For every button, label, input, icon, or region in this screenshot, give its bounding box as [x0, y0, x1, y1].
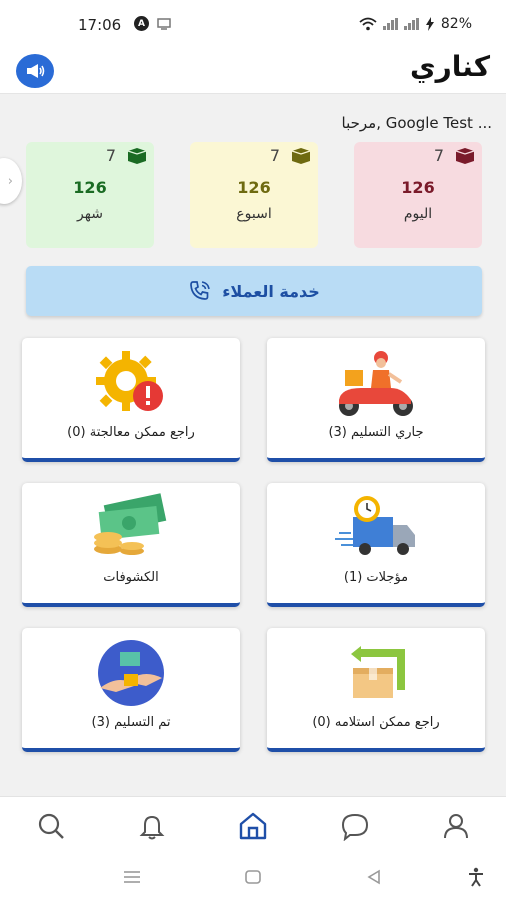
chevron-right-icon: › — [7, 173, 13, 189]
nav-notifications[interactable] — [135, 809, 169, 843]
tile-label: الكشوفات — [103, 570, 159, 585]
bottom-navigation — [0, 796, 506, 854]
drawer-handle[interactable]: › — [0, 158, 22, 204]
recent-apps-button[interactable] — [120, 866, 144, 888]
tile-postponed[interactable]: مؤجلات (1) — [267, 483, 485, 607]
stat-count: 7 — [269, 146, 280, 165]
tile-in-delivery[interactable]: جاري التسليم (3) — [267, 338, 485, 462]
stat-card-today[interactable]: 7 126 اليوم — [354, 142, 482, 248]
delivery-scooter-icon — [339, 351, 413, 416]
search-icon — [38, 813, 64, 839]
stat-count: 7 — [433, 146, 444, 165]
accessibility-icon — [469, 867, 483, 887]
app-title: كناري — [409, 50, 490, 83]
tile-label: راجع ممكن استلامه (0) — [312, 715, 440, 730]
stat-count: 7 — [105, 146, 116, 165]
tile-label: مؤجلات (1) — [343, 570, 409, 585]
stat-label: اسبوع — [236, 206, 272, 222]
tile-label: راجع ممكن معالجتة (0) — [67, 425, 195, 440]
stat-value: 126 — [401, 178, 435, 197]
tile-delivered[interactable]: تم التسليم (3) — [22, 628, 240, 752]
tile-returns-processing[interactable]: راجع ممكن معالجتة (0) — [22, 338, 240, 462]
greeting-text: مرحبا, Google Test ... — [341, 114, 493, 132]
bell-icon — [139, 815, 165, 840]
gear-warning-icon — [96, 351, 163, 411]
square-icon — [245, 870, 261, 884]
back-button[interactable] — [362, 866, 386, 888]
money-icon — [94, 493, 167, 555]
stat-card-month[interactable]: 7 126 شهر — [26, 142, 154, 248]
handover-package-icon — [98, 640, 164, 706]
return-box-icon — [351, 646, 405, 698]
stat-value: 126 — [237, 178, 271, 197]
battery-level: 82% — [440, 16, 472, 32]
app-header: كناري — [0, 48, 506, 94]
profile-icon — [444, 814, 468, 839]
nav-profile[interactable] — [439, 809, 473, 843]
tray-icon — [157, 17, 171, 30]
announcements-button[interactable] — [16, 54, 54, 88]
status-bar: 17:06 A 82% — [0, 0, 506, 48]
package-icon — [291, 147, 311, 164]
nav-chat[interactable] — [338, 809, 372, 843]
package-icon — [127, 147, 147, 164]
wifi-icon — [359, 17, 377, 31]
phone-call-icon — [190, 281, 211, 300]
stat-card-week[interactable]: 7 126 اسبوع — [190, 142, 318, 248]
tile-label: تم التسليم (3) — [91, 715, 171, 730]
package-icon — [455, 147, 475, 164]
nav-search[interactable] — [34, 809, 68, 843]
megaphone-icon — [27, 64, 45, 78]
signal-icon-2 — [403, 18, 419, 30]
stat-value: 126 — [73, 178, 107, 197]
back-triangle-icon — [367, 869, 380, 885]
chat-icon — [341, 813, 369, 841]
stat-label: شهر — [77, 206, 103, 222]
home-system-button[interactable] — [241, 866, 265, 888]
delivery-truck-clock-icon — [335, 496, 415, 555]
status-time: 17:06 — [78, 16, 122, 34]
tile-returns-receipt[interactable]: راجع ممكن استلامه (0) — [267, 628, 485, 752]
tile-statements[interactable]: الكشوفات — [22, 483, 240, 607]
customer-service-button[interactable]: خدمة العملاء — [26, 266, 482, 316]
tile-label: جاري التسليم (3) — [328, 425, 424, 440]
signal-icon — [382, 18, 398, 30]
system-navigation — [0, 854, 506, 900]
accessibility-button[interactable] — [464, 866, 488, 888]
notification-icon: A — [134, 16, 149, 31]
charging-icon — [425, 17, 434, 31]
home-icon — [239, 812, 267, 840]
nav-home[interactable] — [236, 809, 270, 843]
customer-service-label: خدمة العملاء — [222, 281, 320, 301]
stat-label: اليوم — [403, 206, 433, 222]
menu-lines-icon — [124, 871, 140, 883]
